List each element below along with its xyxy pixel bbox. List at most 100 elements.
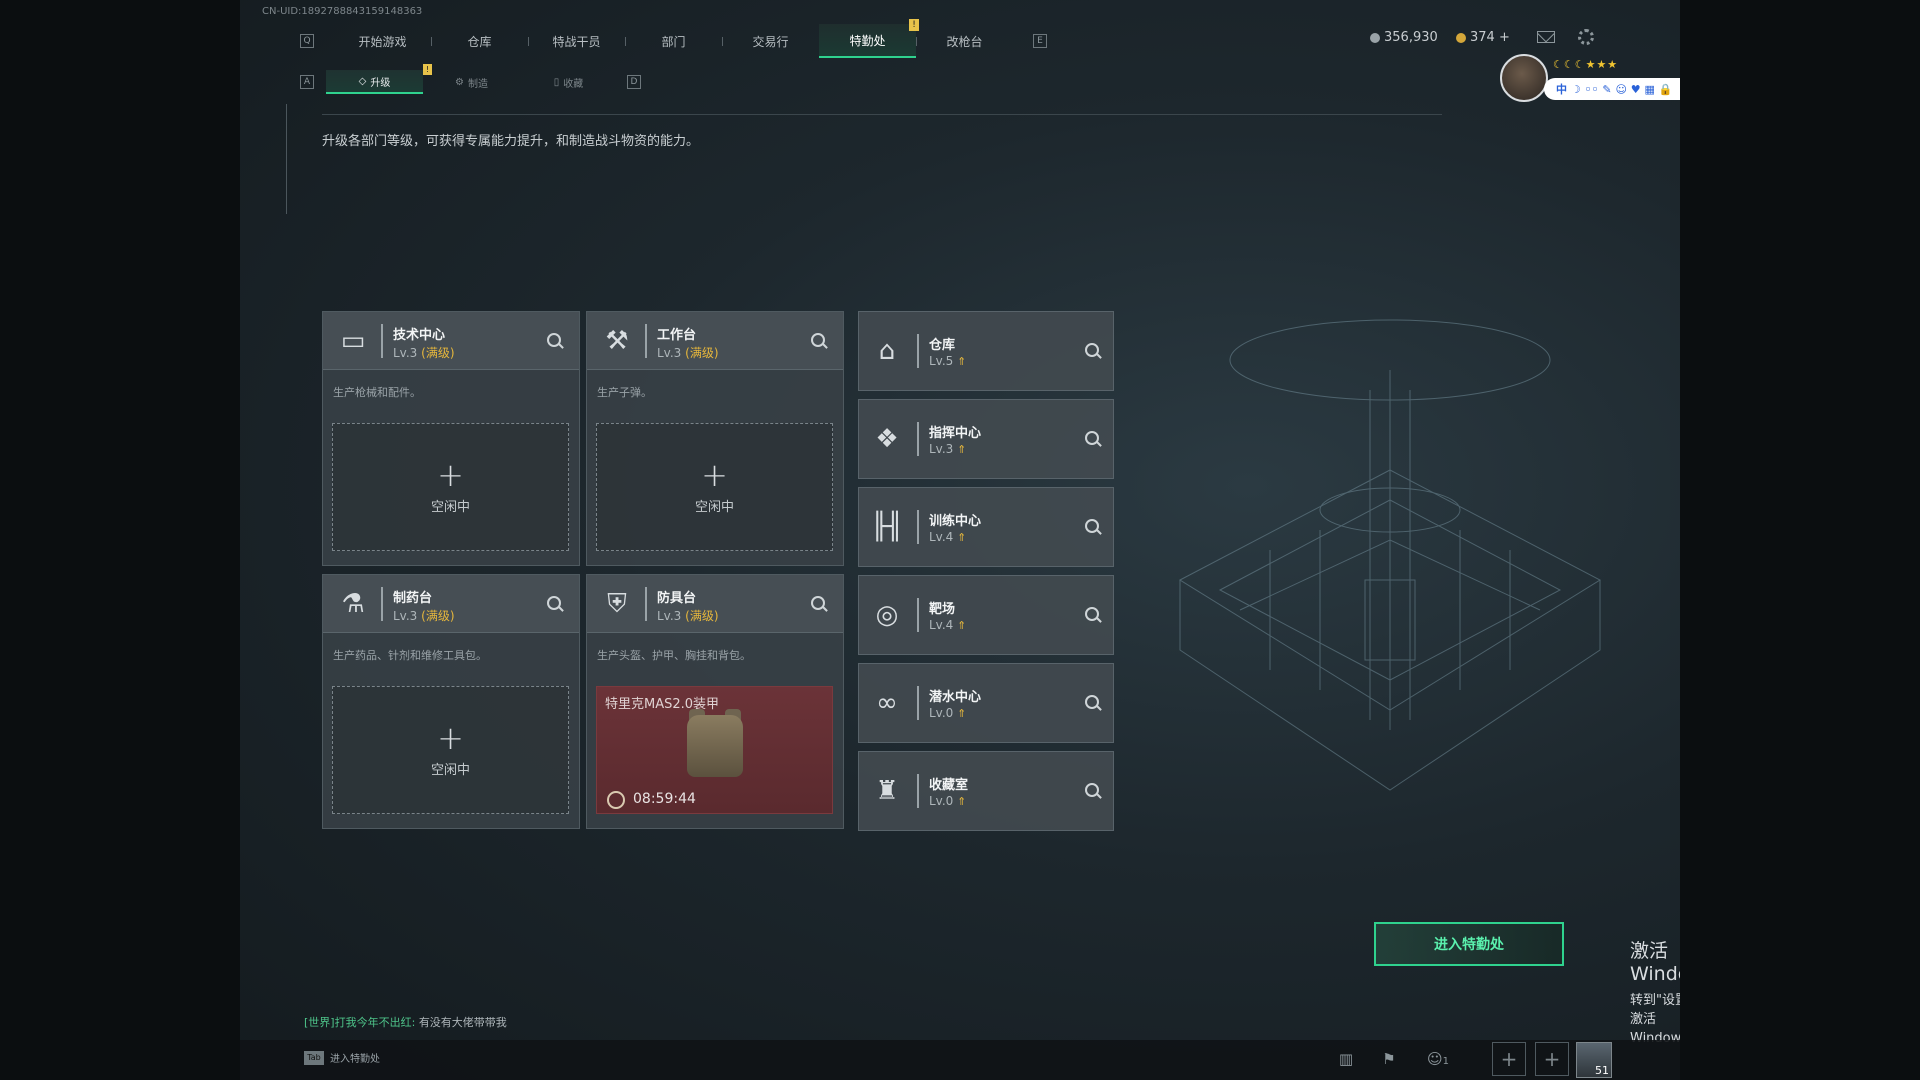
production-slot[interactable]: + 空闲中 xyxy=(596,423,833,551)
facility-title: 潜水中心 xyxy=(929,690,982,705)
armor-vest-image xyxy=(675,709,755,791)
tab-gunsmith[interactable]: 改枪台 xyxy=(916,24,1013,58)
upgrade-arrow-icon: ⇑ xyxy=(957,795,967,808)
subtab-upgrade[interactable]: ◇ 升级 xyxy=(326,70,423,94)
facility-diving-center[interactable]: ∞ 潜水中心 Lv.0 ⇑ xyxy=(858,663,1114,743)
search-icon[interactable] xyxy=(1085,519,1099,533)
facility-training-center[interactable]: ╟╢ 训练中心 Lv.4 ⇑ xyxy=(858,487,1114,567)
separator xyxy=(917,510,919,544)
production-slot-busy[interactable]: 特里克MAS2.0装甲 08:59:44 xyxy=(596,686,833,814)
monitor-icon: ▭ xyxy=(340,326,366,356)
chat-line[interactable]: [世界]打我今年不出红: 有没有大佬带带我 xyxy=(304,1014,507,1030)
facility-level: Lv.0 ⇑ xyxy=(929,794,966,808)
separator xyxy=(917,598,919,632)
search-icon[interactable] xyxy=(811,333,825,347)
tab-departments[interactable]: 部门 xyxy=(625,24,722,58)
main-nav: Q 开始游戏 仓库 特战干员 部门 交易行 特勤处 改枪台 E xyxy=(300,24,1047,58)
level-value: Lv.4 xyxy=(929,530,954,544)
card-title: 制药台 xyxy=(393,591,433,606)
search-icon[interactable] xyxy=(811,596,825,610)
craft-icon: ⚙ xyxy=(455,76,464,88)
production-slot[interactable]: + 空闲中 xyxy=(332,423,569,551)
level-value: Lv.0 xyxy=(929,706,954,720)
facility-title: 收藏室 xyxy=(929,778,969,793)
facility-level: Lv.3 ⇑ xyxy=(929,442,966,456)
friends-icon[interactable]: ☺1 xyxy=(1420,1048,1456,1070)
team-slot-add[interactable]: + xyxy=(1535,1042,1569,1076)
facility-shooting-range[interactable]: ◎ 靶场 Lv.4 ⇑ xyxy=(858,575,1114,655)
gold-amount: 374 + xyxy=(1470,30,1510,45)
card-title: 工作台 xyxy=(657,328,697,343)
nav-prev-key[interactable]: Q xyxy=(300,34,314,48)
profile-widget[interactable]: ☾☾☾★★★ 中 ☽ ◦◦ ✎ ☺ ♥ ▦ 🔒 xyxy=(1500,54,1680,106)
tab-hint[interactable]: Tab 进入特勤处 xyxy=(304,1050,380,1065)
tab-operators[interactable]: 特战干员 xyxy=(528,24,625,58)
search-icon[interactable] xyxy=(1085,695,1099,709)
level-value: Lv.3 xyxy=(657,346,682,360)
bottom-bar xyxy=(240,1040,1680,1080)
goggles-icon: ∞ xyxy=(876,688,898,718)
facility-collection-room[interactable]: ♜ 收藏室 Lv.0 ⇑ xyxy=(858,751,1114,831)
tab-special-ops[interactable]: 特勤处 xyxy=(819,24,916,58)
flag-icon[interactable]: ⚑ xyxy=(1378,1048,1400,1070)
card-tech-center[interactable]: ▭ 技术中心 Lv.3 (满级) 生产枪械和配件。 + 空闲中 xyxy=(322,311,580,566)
separator xyxy=(381,587,383,621)
enter-special-ops-button[interactable]: 进入特勤处 xyxy=(1374,922,1564,966)
windows-activation-watermark: 激活 Windows 转到"设置"以激活 Windows。 xyxy=(1630,936,1680,1046)
card-level: Lv.3 (满级) xyxy=(657,344,719,361)
search-icon[interactable] xyxy=(547,596,561,610)
search-icon[interactable] xyxy=(1085,431,1099,445)
player-uid: CN-UID:1892788843159148363 xyxy=(262,6,423,17)
upgrade-icon: ◇ xyxy=(358,75,367,87)
mail-icon[interactable] xyxy=(1537,31,1555,43)
upgrade-arrow-icon: ⇑ xyxy=(957,443,967,456)
level-value: Lv.3 xyxy=(657,609,682,623)
warehouse-icon: ⌂ xyxy=(878,336,896,366)
subtab-collection[interactable]: ▯ 收藏 xyxy=(520,70,617,94)
subtab-craft[interactable]: ⚙ 制造 xyxy=(423,70,520,94)
stats-icon[interactable]: ▥ xyxy=(1335,1048,1357,1070)
separator xyxy=(645,324,647,358)
card-pharmacy[interactable]: ⚗ 制药台 Lv.3 (满级) 生产药品、针剂和维修工具包。 + 空闲中 xyxy=(322,574,580,829)
tab-trading[interactable]: 交易行 xyxy=(722,24,819,58)
nav-next-key[interactable]: E xyxy=(1033,34,1047,48)
separator xyxy=(917,774,919,808)
level-value: Lv.3 xyxy=(393,346,418,360)
player-avatar[interactable]: 51 xyxy=(1576,1042,1612,1078)
search-icon[interactable] xyxy=(1085,343,1099,357)
search-icon[interactable] xyxy=(1085,783,1099,797)
page-description: 升级各部门等级，可获得专属能力提升，和制造战斗物资的能力。 xyxy=(322,134,700,149)
header-divider xyxy=(322,114,1442,115)
timer-icon xyxy=(607,791,625,809)
letterbox-left xyxy=(0,0,240,1080)
chat-user: 打我今年不出红: xyxy=(334,1016,416,1029)
facility-warehouse[interactable]: ⌂ 仓库 Lv.5 ⇑ xyxy=(858,311,1114,391)
tab-warehouse[interactable]: 仓库 xyxy=(431,24,528,58)
facility-level: Lv.4 ⇑ xyxy=(929,618,966,632)
subtab-upgrade-label: 升级 xyxy=(370,77,391,89)
upgrade-arrow-icon: ⇑ xyxy=(957,531,967,544)
production-slot[interactable]: + 空闲中 xyxy=(332,686,569,814)
subnav-prev-key[interactable]: A xyxy=(300,75,314,89)
slot-status: 空闲中 xyxy=(430,762,470,778)
team-slot-add[interactable]: + xyxy=(1492,1042,1526,1076)
microscope-icon: ⚗ xyxy=(341,589,365,619)
upgrade-badge: ! xyxy=(423,64,432,75)
avatar[interactable] xyxy=(1500,54,1548,102)
subnav-next-key[interactable]: D xyxy=(627,75,641,89)
letterbox-right xyxy=(1680,0,1920,1080)
gold-currency[interactable]: 374 + xyxy=(1456,30,1510,45)
slot-status: 空闲中 xyxy=(430,499,470,515)
separator xyxy=(917,422,919,456)
collection-icon: ▯ xyxy=(553,76,560,88)
tab-start-game[interactable]: 开始游戏 xyxy=(334,24,431,58)
level-value: Lv.5 xyxy=(929,354,954,368)
upgrade-arrow-icon: ⇑ xyxy=(957,355,967,368)
level-value: Lv.0 xyxy=(929,794,954,808)
facility-command-center[interactable]: ❖ 指挥中心 Lv.3 ⇑ xyxy=(858,399,1114,479)
search-icon[interactable] xyxy=(1085,607,1099,621)
gear-icon[interactable] xyxy=(1578,29,1594,45)
card-workbench[interactable]: ⚒ 工作台 Lv.3 (满级) 生产子弹。 + 空闲中 xyxy=(586,311,844,566)
card-armor-bench[interactable]: ⛨ 防具台 Lv.3 (满级) 生产头盔、护甲、胸挂和背包。 特里克MAS2.0… xyxy=(586,574,844,829)
search-icon[interactable] xyxy=(547,333,561,347)
